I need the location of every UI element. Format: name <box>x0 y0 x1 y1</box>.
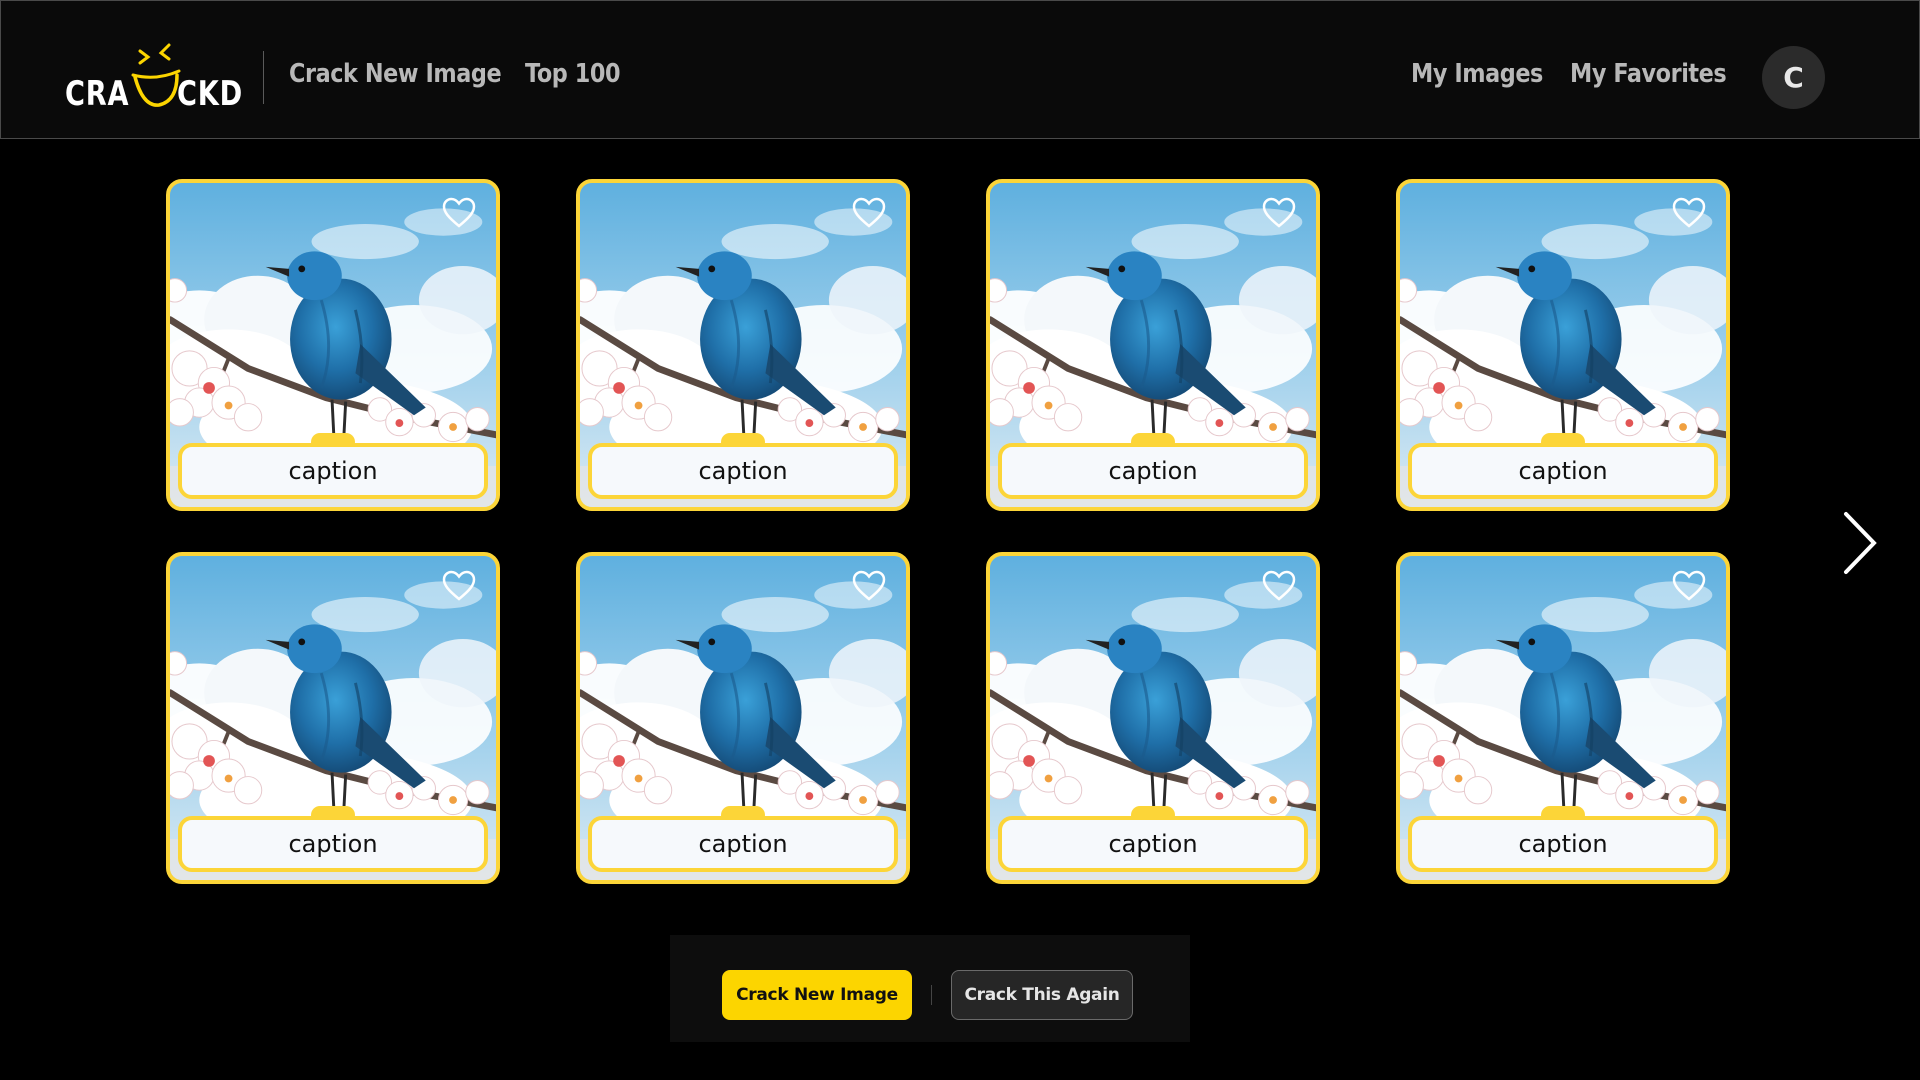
heart-icon[interactable] <box>1672 570 1706 602</box>
header-divider <box>263 51 264 104</box>
image-caption: caption <box>1408 443 1718 499</box>
action-divider <box>931 985 932 1005</box>
heart-icon[interactable] <box>852 197 886 229</box>
chevron-right-icon[interactable] <box>1840 510 1880 576</box>
crackd-logo[interactable]: CRA CKD <box>65 41 242 114</box>
image-caption: caption <box>998 443 1308 499</box>
nav-my-favorites[interactable]: My Favorites <box>1570 59 1727 89</box>
image-card[interactable]: caption <box>986 552 1320 884</box>
image-card[interactable]: caption <box>576 179 910 511</box>
nav-crack-new-image[interactable]: Crack New Image <box>289 59 502 89</box>
nav-top-100[interactable]: Top 100 <box>525 59 621 89</box>
heart-icon[interactable] <box>1262 570 1296 602</box>
image-caption: caption <box>588 816 898 872</box>
action-bar: Crack New Image Crack This Again <box>670 935 1190 1042</box>
heart-icon[interactable] <box>1262 197 1296 229</box>
smile-logo-icon <box>131 43 181 107</box>
logo-text-right: CKD <box>177 74 244 114</box>
nav-my-images[interactable]: My Images <box>1411 59 1543 89</box>
top-navigation-bar: CRA CKD Crack New Image Top 100 My Image… <box>0 0 1920 139</box>
image-caption: caption <box>178 816 488 872</box>
image-card[interactable]: caption <box>166 179 500 511</box>
heart-icon[interactable] <box>442 197 476 229</box>
image-caption: caption <box>178 443 488 499</box>
image-caption: caption <box>1408 816 1718 872</box>
image-card[interactable]: caption <box>986 179 1320 511</box>
image-card[interactable]: caption <box>1396 179 1730 511</box>
heart-icon[interactable] <box>852 570 886 602</box>
image-card[interactable]: caption <box>166 552 500 884</box>
heart-icon[interactable] <box>1672 197 1706 229</box>
user-avatar[interactable]: C <box>1762 46 1825 109</box>
image-card[interactable]: caption <box>1396 552 1730 884</box>
image-caption: caption <box>998 816 1308 872</box>
image-caption: caption <box>588 443 898 499</box>
crack-new-image-button[interactable]: Crack New Image <box>722 970 912 1020</box>
heart-icon[interactable] <box>442 570 476 602</box>
image-card[interactable]: caption <box>576 552 910 884</box>
crack-this-again-button[interactable]: Crack This Again <box>951 970 1133 1020</box>
logo-text-left: CRA <box>65 74 130 114</box>
